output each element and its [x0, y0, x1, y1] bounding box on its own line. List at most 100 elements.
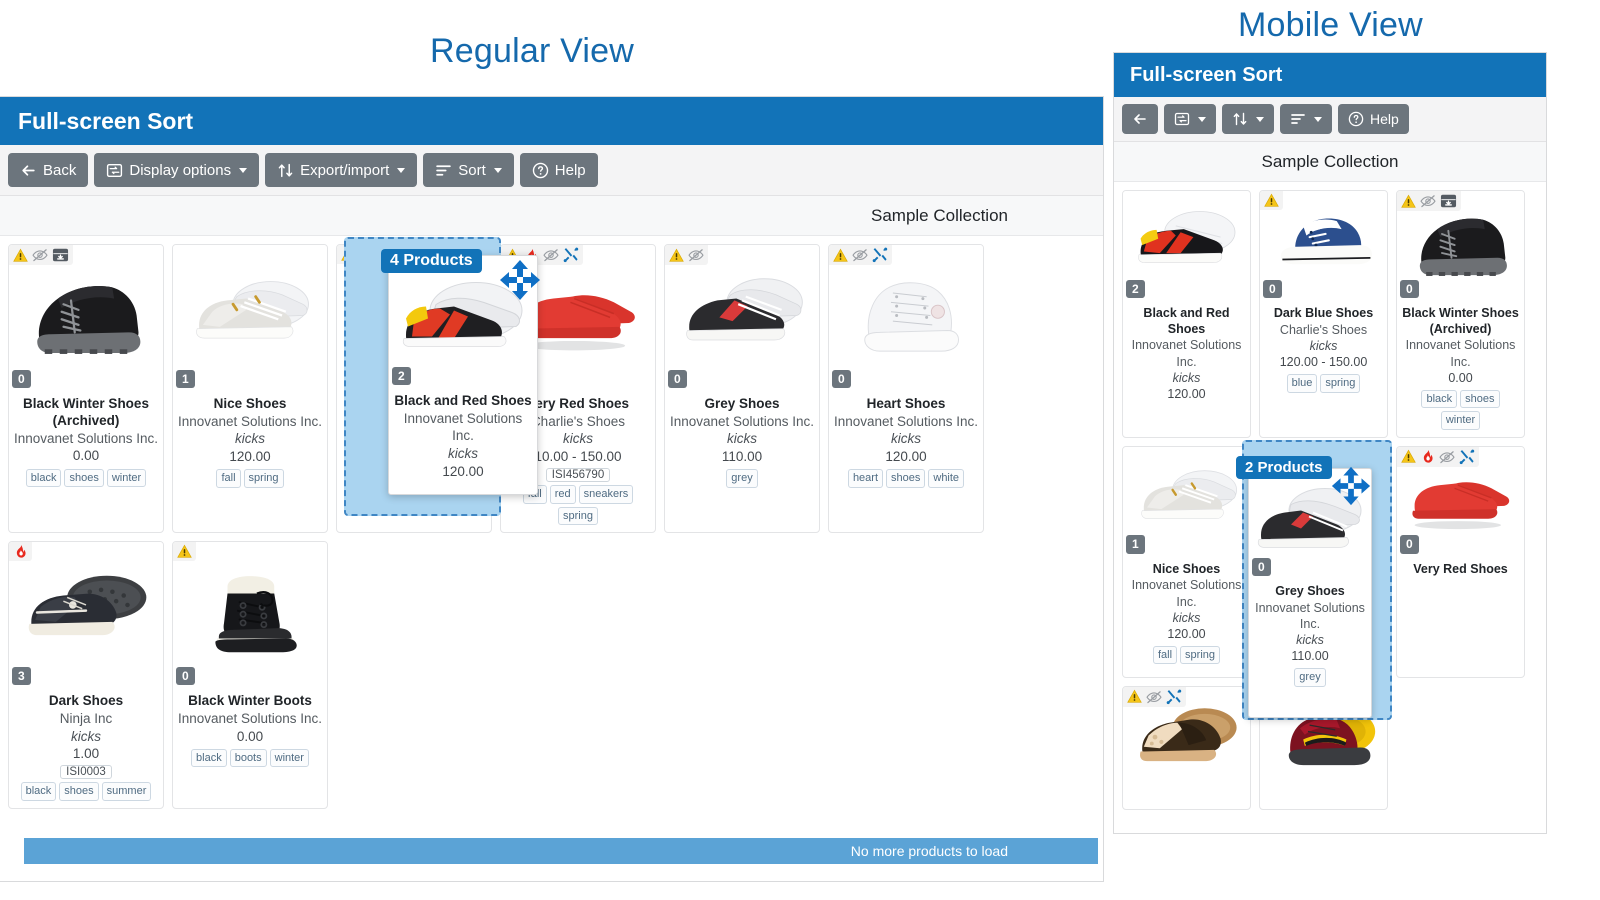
warning-icon[interactable]: [833, 248, 848, 263]
product-tag[interactable]: spring: [1180, 645, 1221, 665]
product-card[interactable]: 3 Dark Shoes Ninja Inc kicks 1.00 ISI0003 blac…: [8, 541, 164, 809]
product-tag[interactable]: heart: [847, 469, 884, 488]
product-tag[interactable]: sneakers: [578, 485, 634, 504]
product-card-image: 0: [665, 245, 819, 391]
flame-icon[interactable]: [1420, 449, 1435, 464]
product-tag[interactable]: black: [25, 468, 62, 488]
hidden-eye-icon[interactable]: [1420, 193, 1436, 209]
product-tag[interactable]: winter: [106, 468, 147, 488]
product-tag[interactable]: spring: [1320, 374, 1361, 393]
tools-icon[interactable]: [1166, 689, 1182, 705]
product-tag[interactable]: white: [928, 469, 965, 488]
product-tag[interactable]: boots: [229, 748, 267, 768]
mobile-dragged-card-vendor: Innovanet Solutions Inc.: [1255, 600, 1365, 631]
toolbar-button-arrow-left[interactable]: [1122, 104, 1158, 134]
product-tag[interactable]: black: [1421, 389, 1458, 409]
product-card[interactable]: 0 Black Winter Boots Innovanet Solutions I…: [172, 541, 328, 809]
product-position-badge: 1: [1126, 535, 1145, 554]
product-card[interactable]: [1122, 685, 1251, 810]
product-title: Black Winter Shoes: [23, 396, 149, 411]
product-card-image: 0: [1397, 191, 1524, 301]
product-title: Very Red Shoes: [1413, 561, 1508, 576]
product-tag[interactable]: summer: [101, 782, 152, 801]
toolbar-button-help[interactable]: Help: [1338, 104, 1409, 134]
tools-icon[interactable]: [872, 247, 888, 263]
product-card[interactable]: 0 Heart Shoes Innovanet Solutions Inc. kick…: [828, 244, 984, 534]
product-type: kicks: [71, 728, 101, 744]
warning-icon[interactable]: [1401, 194, 1416, 209]
mobile-toolbar: Help: [1114, 97, 1546, 142]
product-card-image: 0: [9, 245, 163, 391]
product-tag[interactable]: winter: [1440, 411, 1481, 430]
product-type: kicks: [235, 431, 265, 447]
product-tag[interactable]: shoes: [64, 468, 104, 488]
product-vendor: Innovanet Solutions Inc.: [177, 413, 323, 429]
product-position-badge: 0: [1400, 279, 1419, 298]
product-card[interactable]: 1 Nice Shoes Innovanet Solutions Inc. kicks…: [172, 244, 328, 534]
product-card[interactable]: 2 Black and Red Shoes Innovanet Solutions …: [1122, 190, 1251, 438]
flame-icon[interactable]: [13, 544, 28, 559]
tools-icon[interactable]: [563, 247, 579, 263]
warning-icon[interactable]: [1264, 193, 1279, 208]
warning-icon[interactable]: [1401, 449, 1416, 464]
product-vendor: Ninja Inc: [59, 711, 113, 727]
hidden-eye-icon[interactable]: [32, 247, 48, 263]
product-tag[interactable]: black: [20, 782, 57, 801]
black-red-sneaker-image: [1131, 206, 1243, 287]
product-card[interactable]: 0 Black Winter Shoes (Archived) Innovanet S…: [8, 244, 164, 534]
warning-icon[interactable]: [669, 248, 684, 263]
product-tag[interactable]: winter: [269, 748, 309, 768]
grey-sneaker-image: [676, 271, 808, 366]
product-tag[interactable]: spring: [243, 469, 284, 488]
arrow-left-icon: [1132, 111, 1148, 127]
regular-drag-count-badge: 4 Products: [381, 249, 482, 273]
hidden-eye-icon[interactable]: [1146, 689, 1162, 705]
tag[interactable]: grey: [1294, 668, 1326, 687]
toolbar-button-sort[interactable]: Sort: [423, 153, 514, 187]
product-tag[interactable]: black: [191, 748, 227, 768]
product-tag[interactable]: fall: [1152, 645, 1178, 665]
product-card[interactable]: 0 Grey Shoes Innovanet Solutions Inc. kicks…: [664, 244, 820, 534]
hidden-eye-icon[interactable]: [543, 247, 559, 263]
chevron-down-icon: [1314, 116, 1322, 122]
toolbar-button-export-import[interactable]: [1222, 104, 1274, 134]
product-tag[interactable]: red: [549, 485, 576, 504]
archive-box-icon[interactable]: [1440, 193, 1457, 209]
tools-icon[interactable]: [1459, 449, 1475, 465]
toolbar-button-export-import[interactable]: Export/import: [265, 153, 418, 187]
product-vendor: Innovanet Solutions Inc.: [669, 413, 815, 429]
product-position-badge: 0: [176, 667, 195, 686]
toolbar-button-help[interactable]: Help: [519, 153, 598, 187]
toolbar-button-sort[interactable]: [1280, 104, 1332, 134]
product-card[interactable]: 0 Dark Blue Shoes Charlie's Shoes kicks 120.…: [1259, 190, 1388, 438]
warning-icon[interactable]: [13, 248, 28, 263]
product-tag[interactable]: grey: [726, 469, 758, 488]
product-card[interactable]: 1 Nice Shoes Innovanet Solutions Inc. kicks…: [1122, 445, 1251, 678]
toolbar-button-display-options[interactable]: Display options: [94, 153, 260, 187]
product-tag[interactable]: fall: [216, 469, 241, 488]
product-title-suffix: (Archived): [52, 412, 120, 428]
product-tag[interactable]: shoes: [59, 782, 99, 801]
warning-icon[interactable]: [1127, 689, 1142, 704]
product-tag[interactable]: shoes: [886, 469, 926, 488]
chevron-down-icon: [239, 167, 248, 173]
hidden-eye-icon[interactable]: [688, 247, 704, 263]
black-winter-boot-image: [20, 271, 152, 366]
product-card-body: [1260, 797, 1387, 809]
product-card-image: [1123, 686, 1250, 797]
hidden-eye-icon[interactable]: [1439, 449, 1455, 465]
product-vendor: Innovanet Solutions Inc.: [1131, 338, 1242, 369]
toolbar-button-back[interactable]: Back: [8, 153, 89, 187]
archive-box-icon[interactable]: [52, 247, 69, 263]
product-tag[interactable]: spring: [558, 506, 598, 526]
mobile-collection-name: Sample Collection: [1261, 151, 1399, 171]
product-position-badge: 0: [832, 369, 851, 388]
product-tag[interactable]: blue: [1286, 374, 1318, 393]
product-card[interactable]: 0 Very Red Shoes: [1396, 445, 1525, 678]
product-card[interactable]: 0 Black Winter Shoes (Archived) Innovanet S…: [1396, 190, 1525, 438]
toolbar-button-display-options[interactable]: [1164, 104, 1216, 134]
hidden-eye-icon[interactable]: [852, 247, 868, 263]
display-options-icon: [1174, 111, 1190, 127]
warning-icon[interactable]: [177, 544, 192, 559]
product-tag[interactable]: shoes: [1460, 389, 1500, 409]
